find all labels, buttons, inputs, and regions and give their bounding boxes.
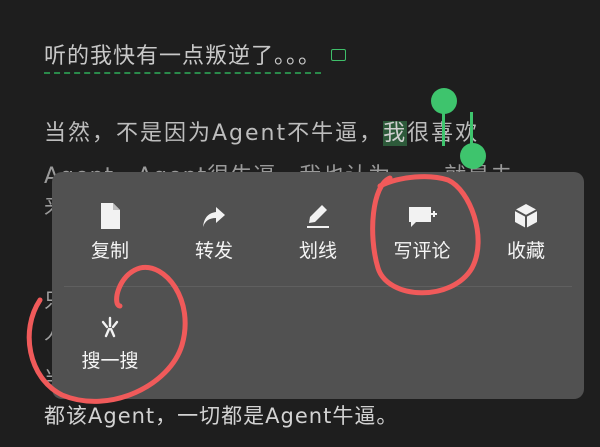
write-comment-button[interactable]: 写评论 (372, 194, 472, 263)
comment-add-icon (372, 194, 472, 230)
underlined-text: 听的我快有一点叛逆了。。。 (44, 44, 322, 74)
selection-end-handle[interactable] (460, 143, 486, 169)
highlight-label: 划线 (298, 240, 337, 262)
highlight-button[interactable]: 划线 (268, 194, 368, 263)
favorite-button[interactable]: 收藏 (476, 194, 576, 263)
search-button[interactable]: 搜一搜 (60, 304, 160, 373)
selection-start-bar (442, 110, 445, 146)
text-before-selection: 当然，不是因为Agent不牛逼， (44, 121, 384, 146)
menu-divider (64, 286, 572, 287)
search-label: 搜一搜 (81, 350, 139, 372)
forward-icon (164, 194, 264, 230)
forward-button[interactable]: 转发 (164, 194, 264, 263)
article-line-2: 当然，不是因为Agent不牛逼，我很喜欢 (44, 115, 479, 147)
highlight-pen-icon (268, 194, 368, 230)
note-icon[interactable] (331, 49, 347, 61)
article-line-1: 听的我快有一点叛逆了。。。 (44, 38, 347, 74)
copy-button[interactable]: 复制 (60, 194, 160, 263)
write-comment-label: 写评论 (393, 240, 451, 262)
selected-text[interactable]: 我 (383, 121, 408, 146)
article-last-line: 都该Agent，一切都是Agent牛逼。 (44, 404, 399, 428)
copy-label: 复制 (90, 240, 129, 262)
favorite-cube-icon (476, 194, 576, 230)
search-sparkle-icon (60, 304, 160, 340)
forward-label: 转发 (194, 240, 233, 262)
favorite-label: 收藏 (506, 240, 545, 262)
text-selection-menu: 复制 转发 划线 写评论 收藏 搜一搜 (52, 172, 584, 399)
copy-icon (60, 194, 160, 230)
